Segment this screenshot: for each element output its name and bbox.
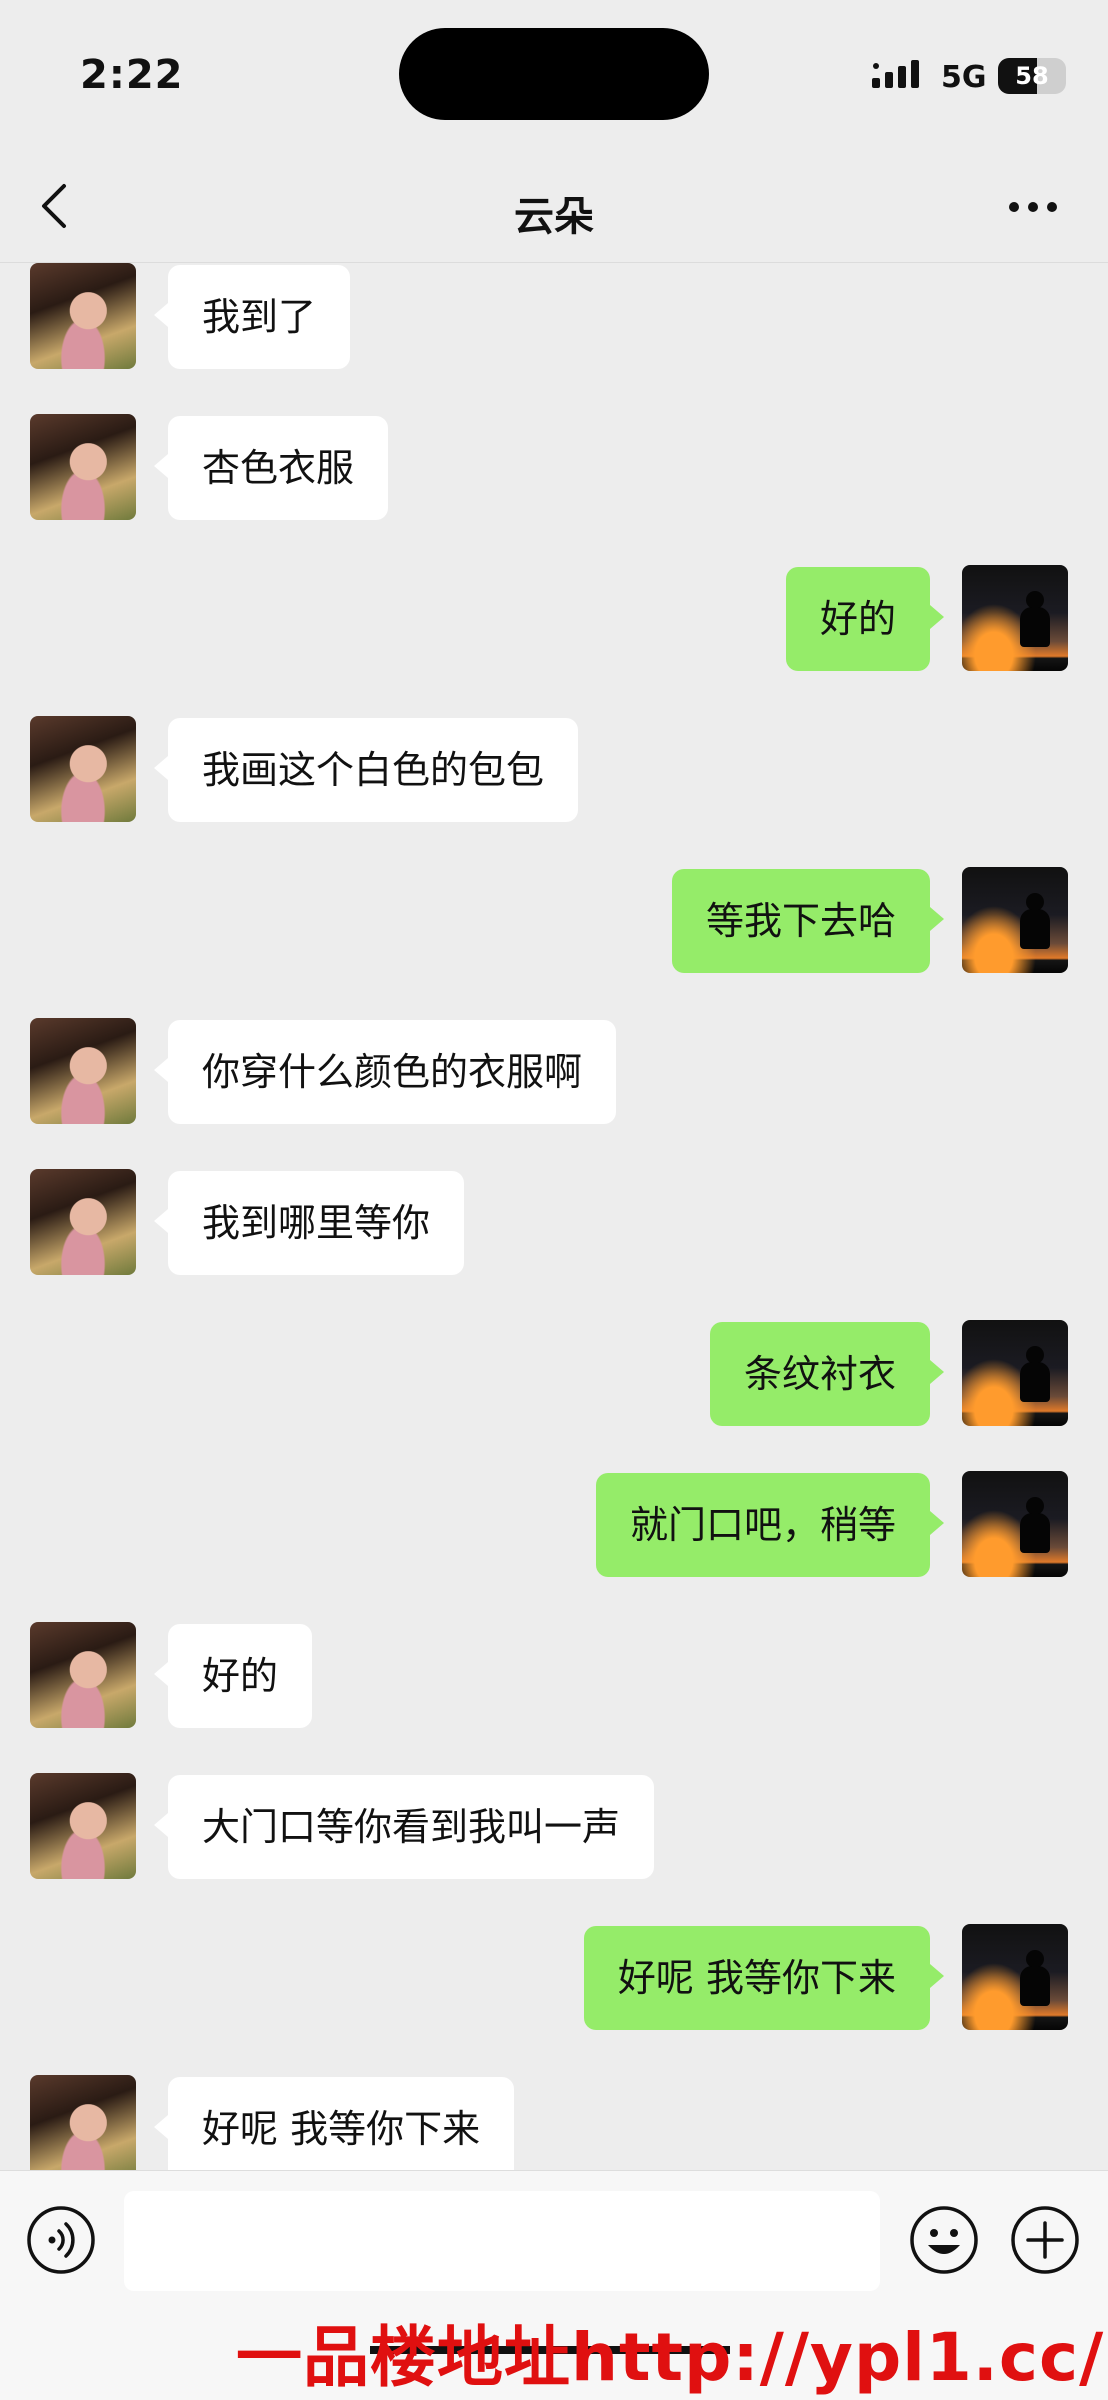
bottom-area: 一品楼地址http://ypl1.cc/: [0, 2300, 1108, 2400]
message-bubble[interactable]: 就门口吧，稍等: [595, 1473, 945, 1577]
my-avatar[interactable]: [962, 867, 1068, 973]
network-type: 5G: [941, 60, 987, 95]
nav-bar: 云朵: [0, 150, 1108, 263]
message-bubble[interactable]: 我到了: [153, 265, 351, 369]
contact-avatar[interactable]: [30, 414, 136, 520]
contact-avatar[interactable]: [30, 1169, 136, 1275]
received-message: 我到了: [0, 263, 1108, 371]
received-message: 我到哪里等你: [0, 1169, 1108, 1277]
received-message: 你穿什么颜色的衣服啊: [0, 1018, 1108, 1126]
my-avatar[interactable]: [962, 1924, 1068, 2030]
message-bubble[interactable]: 好的: [153, 1624, 313, 1728]
battery-indicator: 58: [998, 58, 1066, 94]
message-input[interactable]: [124, 2191, 880, 2291]
message-bubble[interactable]: 杏色衣服: [153, 416, 389, 520]
message-bubble[interactable]: 我到哪里等你: [153, 1171, 465, 1275]
more-dots-icon[interactable]: [1008, 200, 1058, 214]
signal-icon: [872, 60, 919, 88]
voice-icon[interactable]: [26, 2205, 96, 2275]
my-avatar[interactable]: [962, 1320, 1068, 1426]
plus-icon[interactable]: [1010, 2205, 1080, 2275]
my-avatar[interactable]: [962, 1471, 1068, 1577]
sent-message: 条纹衬衣: [0, 1320, 1108, 1428]
message-list[interactable]: 我到了 杏色衣服 好的 我画这个白色的包包 等我下去哈 你穿什么颜色的衣服啊 我到哪里等你条…: [0, 263, 1108, 2170]
sent-message: 好的: [0, 565, 1108, 673]
contact-avatar[interactable]: [30, 2075, 136, 2170]
contact-avatar[interactable]: [30, 716, 136, 822]
watermark-text: 一品楼地址http://ypl1.cc/: [236, 2319, 1105, 2396]
message-bubble[interactable]: 大门口等你看到我叫一声: [153, 1775, 655, 1879]
message-bubble[interactable]: 好的: [785, 567, 945, 671]
contact-avatar[interactable]: [30, 1018, 136, 1124]
contact-avatar[interactable]: [30, 1622, 136, 1728]
input-bar: [0, 2170, 1108, 2301]
message-bubble[interactable]: 条纹衬衣: [709, 1322, 945, 1426]
received-message: 大门口等你看到我叫一声: [0, 1773, 1108, 1881]
battery-text: 58: [1015, 62, 1049, 90]
sent-message: 好呢 我等你下来: [0, 1924, 1108, 2032]
message-bubble[interactable]: 等我下去哈: [671, 869, 945, 973]
message-bubble[interactable]: 我画这个白色的包包: [153, 718, 579, 822]
contact-avatar[interactable]: [30, 1773, 136, 1879]
dynamic-island: [399, 28, 709, 120]
chat-title: 云朵: [514, 194, 594, 240]
message-bubble[interactable]: 好呢 我等你下来: [153, 2077, 515, 2170]
sent-message: 就门口吧，稍等: [0, 1471, 1108, 1579]
received-message: 杏色衣服: [0, 414, 1108, 522]
received-message: 我画这个白色的包包: [0, 716, 1108, 824]
message-bubble[interactable]: 你穿什么颜色的衣服啊: [153, 1020, 617, 1124]
sent-message: 等我下去哈: [0, 867, 1108, 975]
status-bar: 2:22 5G 58: [0, 0, 1108, 150]
message-bubble[interactable]: 好呢 我等你下来: [583, 1926, 945, 2030]
received-message: 好呢 我等你下来: [0, 2075, 1108, 2170]
emoji-icon[interactable]: [909, 2205, 979, 2275]
status-time: 2:22: [80, 52, 184, 98]
received-message: 好的: [0, 1622, 1108, 1730]
contact-avatar[interactable]: [30, 263, 136, 369]
my-avatar[interactable]: [962, 565, 1068, 671]
